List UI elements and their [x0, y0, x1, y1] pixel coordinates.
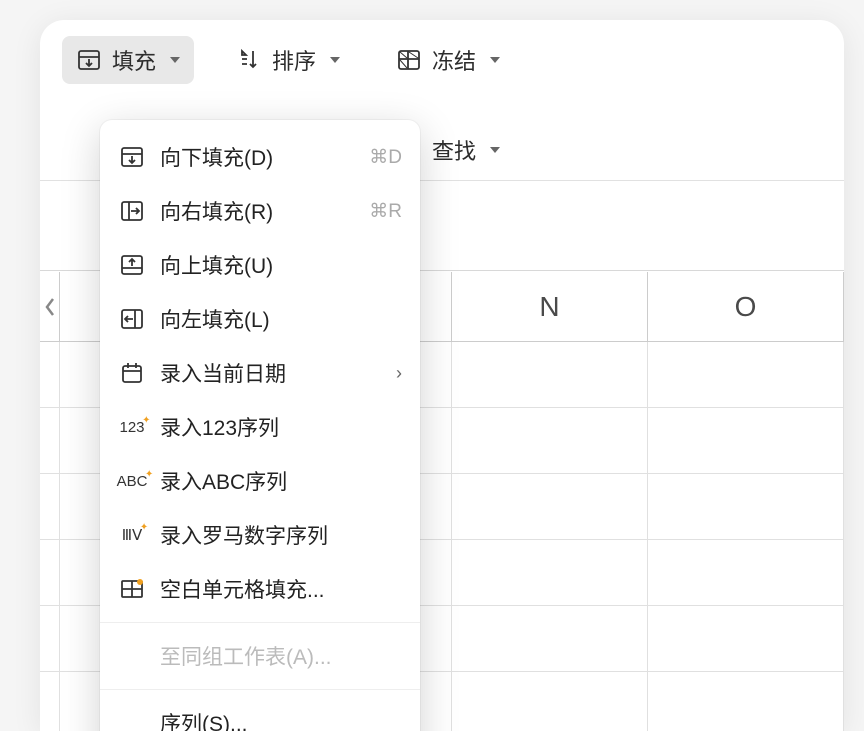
menu-shortcut: ⌘R: [369, 200, 402, 223]
cell[interactable]: [648, 540, 844, 605]
sort-button[interactable]: 排序: [222, 36, 354, 84]
cell[interactable]: [452, 606, 648, 671]
menu-label: 向右填充(R): [160, 196, 355, 226]
sort-label: 排序: [272, 44, 316, 76]
caret-down-icon: [490, 57, 500, 63]
sort-icon: [236, 47, 262, 73]
menu-separator: [100, 689, 420, 690]
menu-separator: [100, 622, 420, 623]
cell[interactable]: [648, 474, 844, 539]
menu-label: 录入罗马数字序列: [160, 520, 402, 550]
find-label: 查找: [432, 134, 476, 166]
cell[interactable]: [452, 474, 648, 539]
freeze-label: 冻结: [432, 44, 476, 76]
cell[interactable]: [452, 672, 648, 731]
menu-label: 录入ABC序列: [160, 466, 402, 496]
chevron-right-icon: ›: [396, 363, 402, 384]
cell[interactable]: [452, 342, 648, 407]
fill-dropdown-menu: 向下填充(D) ⌘D 向右填充(R) ⌘R 向上: [100, 120, 420, 731]
menu-label: 向下填充(D): [160, 142, 355, 172]
menu-fill-down[interactable]: 向下填充(D) ⌘D: [100, 130, 420, 184]
table-fill-icon: [118, 575, 146, 603]
menu-fill-right[interactable]: 向右填充(R) ⌘R: [100, 184, 420, 238]
column-header-n[interactable]: N: [452, 272, 648, 341]
cell[interactable]: [452, 408, 648, 473]
cell[interactable]: [648, 342, 844, 407]
caret-down-icon: [490, 147, 500, 153]
fill-right-icon: [118, 197, 146, 225]
roman-sequence-icon: ⅢⅤ✦: [118, 521, 146, 549]
find-button[interactable]: 查找: [422, 130, 510, 170]
menu-insert-roman[interactable]: ⅢⅤ✦ 录入罗马数字序列: [100, 508, 420, 562]
fill-label: 填充: [112, 44, 156, 76]
menu-insert-abc[interactable]: ABC✦ 录入ABC序列: [100, 454, 420, 508]
menu-label: 序列(S)...: [118, 708, 402, 731]
menu-shortcut: ⌘D: [369, 146, 402, 169]
menu-label: 录入当前日期: [160, 358, 382, 388]
alpha-sequence-icon: ABC✦: [118, 467, 146, 495]
app-window: 填充 排序 冻结: [40, 20, 844, 731]
caret-down-icon: [330, 57, 340, 63]
menu-label: 向上填充(U): [160, 250, 402, 280]
menu-label: 向左填充(L): [160, 304, 402, 334]
caret-down-icon: [170, 57, 180, 63]
cell[interactable]: [648, 408, 844, 473]
scroll-left-indicator[interactable]: [40, 272, 60, 341]
cell[interactable]: [452, 540, 648, 605]
menu-fill-up[interactable]: 向上填充(U): [100, 238, 420, 292]
menu-label: 至同组工作表(A)...: [118, 641, 402, 671]
fill-up-icon: [118, 251, 146, 279]
menu-insert-123[interactable]: 123✦ 录入123序列: [100, 400, 420, 454]
freeze-icon: [396, 47, 422, 73]
menu-group-sheets: 至同组工作表(A)...: [100, 629, 420, 683]
menu-series[interactable]: 序列(S)...: [100, 696, 420, 731]
calendar-icon: [118, 359, 146, 387]
fill-icon: [76, 47, 102, 73]
fill-left-icon: [118, 305, 146, 333]
menu-label: 空白单元格填充...: [160, 574, 402, 604]
cell[interactable]: [648, 672, 844, 731]
cell[interactable]: [648, 606, 844, 671]
column-header-o[interactable]: O: [648, 272, 844, 341]
menu-label: 录入123序列: [160, 412, 402, 442]
toolbar: 填充 排序 冻结: [40, 20, 844, 92]
numeric-sequence-icon: 123✦: [118, 413, 146, 441]
menu-fill-left[interactable]: 向左填充(L): [100, 292, 420, 346]
fill-down-icon: [118, 143, 146, 171]
menu-blank-fill[interactable]: 空白单元格填充...: [100, 562, 420, 616]
freeze-button[interactable]: 冻结: [382, 36, 514, 84]
menu-insert-date[interactable]: 录入当前日期 ›: [100, 346, 420, 400]
fill-button[interactable]: 填充: [62, 36, 194, 84]
